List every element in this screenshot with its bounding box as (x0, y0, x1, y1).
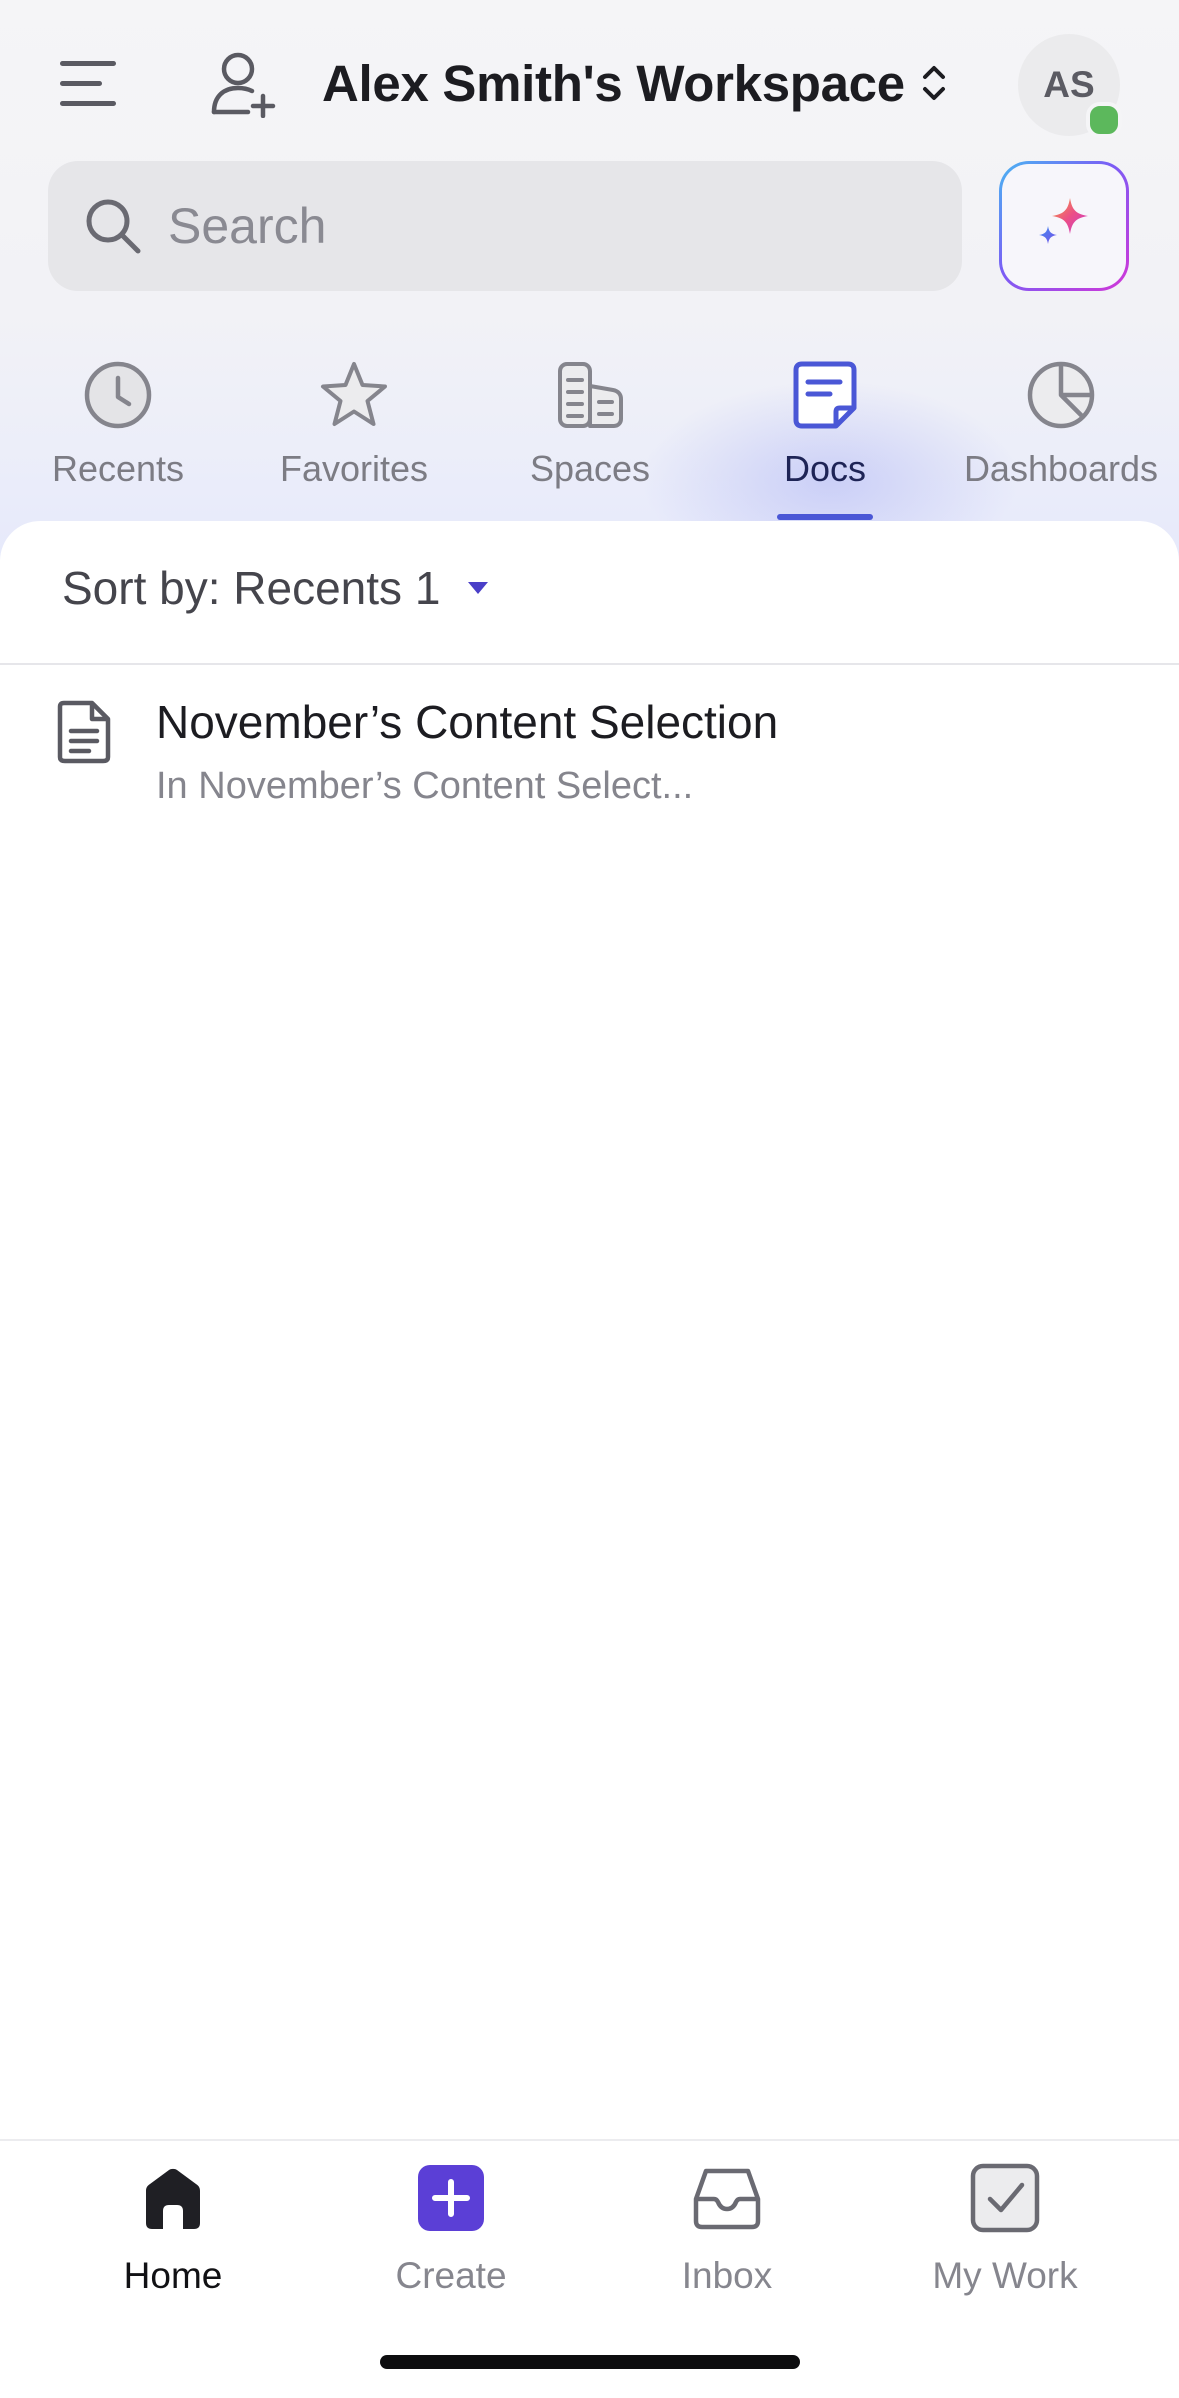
list-item[interactable]: November’s Content Selection In November… (0, 665, 1179, 823)
star-icon (319, 358, 389, 432)
add-user-icon[interactable] (208, 48, 278, 119)
tab-label: Recents (51, 448, 185, 489)
hamburger-menu-icon[interactable] (58, 58, 120, 110)
checkbox-icon (970, 2163, 1040, 2233)
nav-inbox[interactable]: Inbox (580, 2163, 874, 2313)
nav-label: Inbox (681, 2255, 773, 2296)
clock-icon (83, 358, 153, 432)
spaces-icon (555, 358, 625, 432)
doc-title: November’s Content Selection (156, 696, 779, 748)
tab-label: Dashboards (963, 448, 1159, 489)
presence-status-dot (1086, 102, 1122, 138)
active-tab-indicator (777, 514, 873, 520)
nav-label: Home (123, 2255, 223, 2296)
tab-docs[interactable]: Docs (707, 340, 943, 520)
pie-chart-icon (1026, 358, 1096, 432)
tab-label: Docs (783, 448, 867, 489)
nav-my-work[interactable]: My Work (858, 2163, 1152, 2313)
home-indicator (380, 2355, 800, 2369)
nav-label: My Work (932, 2255, 1078, 2296)
chevron-up-down-icon (919, 60, 949, 106)
tab-label: Favorites (279, 448, 429, 489)
home-tabs: Recents Favorites Spaces Docs Dashboards (0, 340, 1179, 520)
sort-label: Sort by: Recents 1 (62, 562, 441, 614)
caret-down-icon (466, 580, 490, 596)
plus-square-icon (416, 2163, 486, 2233)
search-icon (84, 197, 142, 255)
search-input[interactable] (166, 196, 930, 256)
document-icon (56, 699, 112, 765)
tab-dashboards[interactable]: Dashboards (943, 340, 1179, 520)
tab-spaces[interactable]: Spaces (472, 340, 708, 520)
nav-create[interactable]: Create (304, 2163, 598, 2313)
docs-list-panel: Sort by: Recents 1 November’s Content Se… (0, 521, 1179, 2139)
ai-assistant-button[interactable] (999, 161, 1129, 291)
home-icon (138, 2163, 208, 2233)
top-header: Alex Smith's Workspace AS (0, 0, 1179, 160)
nav-home[interactable]: Home (26, 2163, 320, 2313)
tab-recents[interactable]: Recents (0, 340, 236, 520)
nav-label: Create (395, 2255, 507, 2296)
doc-icon (790, 358, 860, 432)
workspace-switcher[interactable]: Alex Smith's Workspace (322, 40, 949, 126)
tab-label: Spaces (529, 448, 651, 489)
doc-location: In November’s Content Select... (156, 765, 694, 807)
sort-dropdown[interactable]: Sort by: Recents 1 (62, 561, 490, 615)
tab-favorites[interactable]: Favorites (236, 340, 472, 520)
avatar-initials: AS (1043, 64, 1095, 105)
ai-sparkle-icon (1032, 192, 1096, 261)
inbox-icon (692, 2163, 762, 2233)
search-bar[interactable] (48, 161, 962, 291)
workspace-title: Alex Smith's Workspace (322, 54, 905, 112)
